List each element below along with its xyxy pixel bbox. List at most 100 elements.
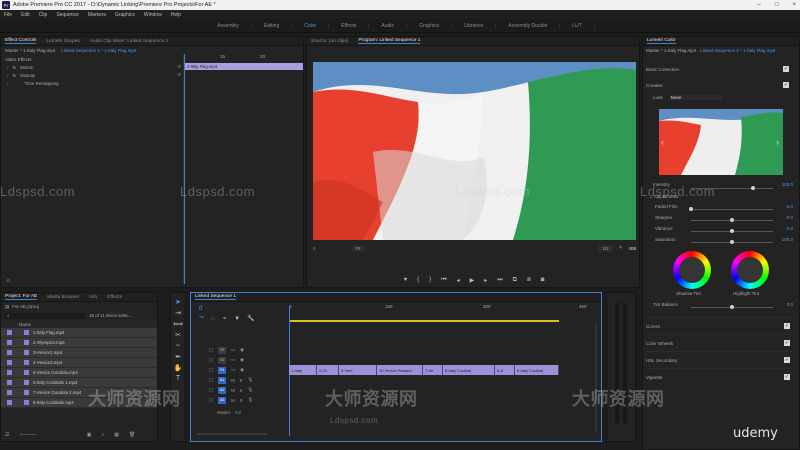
add-marker-icon[interactable]: ♥: [404, 277, 408, 283]
mic-icon[interactable]: 🎙: [248, 377, 253, 383]
look-preview-thumbnail[interactable]: [659, 109, 783, 175]
program-video-frame[interactable]: [313, 62, 636, 240]
tab-effects[interactable]: Effects: [107, 295, 122, 300]
trash-icon[interactable]: 🗑: [129, 432, 135, 438]
color-wheels-section[interactable]: Color Wheels ✓: [646, 334, 796, 351]
look-dropdown[interactable]: None: [668, 95, 722, 100]
track-select-tool-icon[interactable]: ⇥: [174, 308, 183, 317]
name-column-header[interactable]: Name: [1, 320, 157, 328]
tab-project[interactable]: Project: For AE: [5, 294, 38, 300]
menu-sequence[interactable]: Sequence: [56, 12, 79, 18]
slider-knob[interactable]: [730, 240, 734, 244]
timeline-clip[interactable]: 6-It: [495, 365, 515, 375]
toggle-output-icon[interactable]: ▭: [231, 357, 235, 363]
linked-selection-icon[interactable]: ⚭: [222, 315, 227, 322]
tab-info[interactable]: Info: [89, 295, 97, 300]
track-target-v2[interactable]: V2: [218, 356, 227, 364]
basic-correction-checkbox[interactable]: ✓: [783, 66, 789, 72]
menu-file[interactable]: File: [4, 12, 12, 18]
menu-markers[interactable]: Markers: [88, 12, 106, 18]
playhead[interactable]: [184, 54, 185, 284]
hand-tool-icon[interactable]: ✋: [174, 363, 183, 372]
track-a1[interactable]: ▢ A1 M S 🎙: [191, 375, 289, 385]
track-a3[interactable]: ▢ A3 M S 🎙: [191, 395, 289, 405]
effect-controls-timeline[interactable]: 15 20 1-Italy Flag.mp4: [183, 54, 303, 284]
saturation-slider[interactable]: [691, 240, 773, 244]
timeline-clip[interactable]: 1-Italy: [289, 365, 317, 375]
sync-lock-icon[interactable]: ▢: [209, 377, 213, 383]
solo-icon[interactable]: S: [240, 398, 243, 403]
master-clip-label[interactable]: Master * 1-Italy Flag.mp4: [5, 48, 55, 53]
sync-lock-icon[interactable]: ▢: [209, 367, 213, 373]
workspace-editing[interactable]: Editing: [252, 22, 293, 29]
prev-look-icon[interactable]: ‹: [661, 137, 664, 147]
sync-lock-icon[interactable]: ▢: [209, 347, 213, 353]
sync-lock-icon[interactable]: ▢: [209, 397, 213, 403]
extract-icon[interactable]: ⧈: [527, 277, 531, 284]
slider-knob[interactable]: [730, 305, 734, 309]
list-item[interactable]: 2-Olympics.mp4: [1, 338, 157, 348]
track-target-a3[interactable]: A3: [218, 396, 227, 404]
track-target-a1[interactable]: A1: [218, 376, 227, 384]
shadow-tint-wheel[interactable]: [673, 251, 711, 289]
menu-clip[interactable]: Clip: [39, 12, 48, 18]
list-item[interactable]: 5-Venice Gondola.mp4: [1, 368, 157, 378]
reset-icon[interactable]: ↺: [177, 72, 181, 78]
mini-clip-bar[interactable]: 1-Italy Flag.mp4: [184, 63, 303, 70]
ripple-edit-tool-icon[interactable]: ⟺: [173, 319, 183, 328]
play-icon[interactable]: ▶: [470, 277, 475, 284]
go-to-in-icon[interactable]: ⏮: [441, 277, 446, 284]
resolution-dropdown[interactable]: 1/2: [598, 244, 613, 252]
tab-program-monitor[interactable]: Program: Linked Sequence 1: [358, 38, 421, 44]
mark-in-icon[interactable]: {: [417, 277, 419, 283]
timeline-timecode[interactable]: 0: [199, 306, 202, 312]
vibrance-slider[interactable]: [691, 229, 773, 233]
track-v3[interactable]: ▢ V3 ▭ ◉: [191, 345, 289, 355]
tab-source-monitor[interactable]: Source: (no clips): [311, 39, 348, 44]
sync-lock-icon[interactable]: ▢: [209, 387, 213, 393]
menu-window[interactable]: Window: [144, 12, 162, 18]
workspace-effects[interactable]: Effects: [329, 22, 370, 29]
hsl-secondary-checkbox[interactable]: ✓: [784, 357, 790, 363]
timeline-clip[interactable]: 10-Venice Restaur: [377, 365, 423, 375]
toggle-output-icon[interactable]: ▭: [231, 367, 235, 373]
type-tool-icon[interactable]: T: [174, 374, 183, 383]
track-target-v3[interactable]: V3: [218, 346, 227, 354]
tab-audio-clip-mixer[interactable]: Audio Clip Mixer: Linked Sequence 1: [90, 39, 169, 44]
nest-icon[interactable]: ⤳: [199, 315, 204, 322]
timeline-settings-icon[interactable]: 🔧: [247, 315, 254, 322]
mute-icon[interactable]: M: [231, 388, 235, 393]
workspace-libraries[interactable]: Libraries: [452, 22, 497, 29]
step-forward-icon[interactable]: ▸: [484, 277, 487, 284]
menu-graphics[interactable]: Graphics: [115, 12, 135, 18]
eye-icon[interactable]: ◉: [240, 347, 244, 353]
timeline-clip[interactable]: 8-Italy Cocktail: [443, 365, 495, 375]
selection-tool-icon[interactable]: ➤: [174, 297, 183, 306]
new-item-icon[interactable]: ▦: [114, 432, 119, 438]
slider-knob[interactable]: [750, 186, 755, 190]
mark-out-icon[interactable]: }: [429, 277, 431, 283]
lumetri-master-label[interactable]: Master * 1-Italy Flag.mp4: [646, 48, 696, 53]
fit-dropdown[interactable]: Fit: [351, 244, 365, 252]
creative-checkbox[interactable]: ✓: [783, 82, 789, 88]
new-bin-icon[interactable]: ▣: [87, 432, 92, 438]
curves-checkbox[interactable]: ✓: [784, 323, 790, 329]
pen-tool-icon[interactable]: ✒: [174, 352, 183, 361]
solo-icon[interactable]: S: [240, 388, 243, 393]
expand-chevron-icon[interactable]: ›: [7, 65, 9, 70]
curves-section[interactable]: Curves ✓: [646, 317, 796, 334]
lumetri-sequence-label[interactable]: Linked Sequence 1 * 1-Italy Flag.mp4: [700, 48, 775, 53]
slider-knob[interactable]: [730, 229, 734, 233]
track-a2[interactable]: ▢ A2 M S 🎙: [191, 385, 289, 395]
vignette-checkbox[interactable]: ✓: [784, 374, 790, 380]
zoom-slider[interactable]: ○────: [19, 432, 36, 438]
workspace-audio[interactable]: Audio: [369, 22, 408, 29]
timeline-horizontal-scrollbar[interactable]: [197, 433, 267, 435]
track-target-v1[interactable]: V1: [218, 366, 227, 374]
camera-icon[interactable]: ◙: [541, 277, 545, 283]
list-item[interactable]: 3-Venice1.mp4: [1, 348, 157, 358]
reset-icon[interactable]: ↺: [177, 64, 181, 70]
mute-icon[interactable]: M: [231, 398, 235, 403]
lift-icon[interactable]: ⧉: [513, 277, 517, 284]
list-item[interactable]: 1-Italy Flag.mp4: [1, 328, 157, 338]
